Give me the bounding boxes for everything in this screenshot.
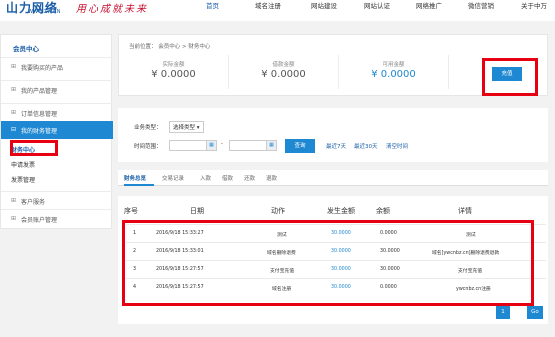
query-button[interactable]: 查询: [285, 139, 315, 153]
start-date-input[interactable]: ▦: [169, 140, 217, 151]
calendar-icon[interactable]: ▦: [206, 141, 216, 150]
type-label: 业务类型：: [134, 125, 162, 131]
column-header-date: 日期: [190, 207, 204, 215]
tab-deposit[interactable]: 入款: [200, 174, 211, 182]
sidebar-item-finance[interactable]: ⊟ 我的财务管理: [1, 121, 113, 139]
nav-promotion[interactable]: 网络推广: [416, 0, 442, 12]
active-tab-indicator: [124, 184, 154, 186]
expand-icon: ⊞: [11, 86, 17, 93]
end-date-input[interactable]: ▦: [229, 140, 277, 151]
sidebar-item-account[interactable]: ⊞ 会员账户管理: [1, 209, 113, 227]
logo-url: WWW.ZW.CN: [28, 9, 61, 15]
tab-repay[interactable]: 还款: [244, 174, 255, 182]
sidebar-item-label: 客户服务: [21, 199, 46, 206]
sidebar-item-buy[interactable]: ⊞ 我要购买的产品: [1, 57, 113, 75]
date-dash: -: [221, 141, 223, 147]
calendar-icon[interactable]: ▦: [266, 141, 276, 150]
type-select[interactable]: 选择类型 ▾: [169, 121, 204, 133]
balance-actual: 实际金额 ¥ 0.0000: [119, 55, 229, 89]
highlight-recharge: [482, 58, 538, 96]
balance-value: ¥ 0.0000: [151, 69, 196, 80]
column-header-index: 序号: [124, 207, 138, 215]
balance-label: 可用金额: [382, 62, 405, 68]
sidebar-item-label: 会员账户管理: [21, 217, 58, 224]
column-header-action: 动作: [271, 207, 285, 215]
page-button[interactable]: 1: [496, 306, 510, 319]
sidebar: 会员中心 ⊞ 我要购买的产品 ⊞ 我的产品管理 ⊞ 订单信息管理 ⊟ 我的财务管…: [0, 34, 113, 229]
sidebar-item-service[interactable]: ⊞ 客户服务: [1, 191, 113, 209]
balance-available: 可用金额 ¥ 0.0000: [339, 55, 449, 89]
expand-icon: ⊞: [11, 215, 17, 222]
column-header-amount: 发生金额: [327, 207, 355, 215]
last-7-days-link[interactable]: 最近7天: [326, 142, 346, 150]
sidebar-item-label: 我的财务管理: [21, 128, 58, 135]
expand-icon: ⊞: [11, 197, 17, 204]
nav-domain[interactable]: 域名注册: [255, 0, 281, 12]
tab-bar: 财务总览 交易记录 入款 借款 还款 退款: [118, 170, 548, 186]
time-label: 时间范围：: [134, 144, 162, 150]
breadcrumb: 当前位置： 会员中心 > 财务中心: [129, 44, 211, 50]
column-header-balance: 余额: [376, 207, 390, 215]
sidebar-item-label: 订单信息管理: [21, 111, 58, 118]
clear-time-link[interactable]: 清空时间: [386, 142, 408, 150]
sidebar-item-label: 我的产品管理: [21, 88, 58, 95]
nav-certify[interactable]: 网站认证: [364, 0, 390, 12]
go-button[interactable]: Go: [527, 306, 543, 319]
filter-panel: 业务类型： 选择类型 ▾ 时间范围： ▦ - ▦ 查询 最近7天 最近30天 清…: [118, 108, 548, 162]
highlight-records: [122, 220, 534, 306]
balance-loan: 借款金额 ¥ 0.0000: [229, 55, 339, 89]
sidebar-item-label: 我要购买的产品: [21, 65, 64, 72]
nav-wechat[interactable]: 微信营销: [468, 0, 494, 12]
expand-icon: ⊞: [11, 63, 17, 70]
tab-loan[interactable]: 借款: [222, 174, 233, 182]
nav-about[interactable]: 关于中万: [521, 0, 547, 12]
tab-refund[interactable]: 退款: [266, 174, 277, 182]
highlight-finance-center: [10, 140, 58, 156]
sidebar-sub-apply-invoice[interactable]: 申请发票: [11, 160, 35, 169]
tab-transactions[interactable]: 交易记录: [162, 174, 184, 182]
sidebar-title: 会员中心: [13, 45, 39, 53]
slogan: 用心成就未来: [76, 4, 148, 15]
expand-icon: ⊞: [11, 109, 17, 116]
nav-home[interactable]: 首页: [206, 0, 219, 12]
balance-value: ¥ 0.0000: [261, 69, 306, 80]
top-header: 山力网络 WWW.ZW.CN 用心成就未来 首页 域名注册 网站建设 网站认证 …: [0, 0, 555, 21]
sidebar-sub-invoice-manage[interactable]: 发票管理: [11, 175, 35, 184]
collapse-icon: ⊟: [11, 126, 17, 133]
sidebar-item-orders[interactable]: ⊞ 订单信息管理: [1, 103, 113, 121]
balance-label: 实际金额: [162, 62, 185, 68]
nav-website[interactable]: 网站建设: [311, 0, 337, 12]
sidebar-item-products[interactable]: ⊞ 我的产品管理: [1, 80, 113, 98]
last-30-days-link[interactable]: 最近30天: [354, 142, 378, 150]
balance-label: 借款金额: [272, 62, 295, 68]
tab-overview[interactable]: 财务总览: [124, 174, 146, 182]
column-header-detail: 详情: [458, 207, 472, 215]
balance-value: ¥ 0.0000: [371, 69, 416, 80]
